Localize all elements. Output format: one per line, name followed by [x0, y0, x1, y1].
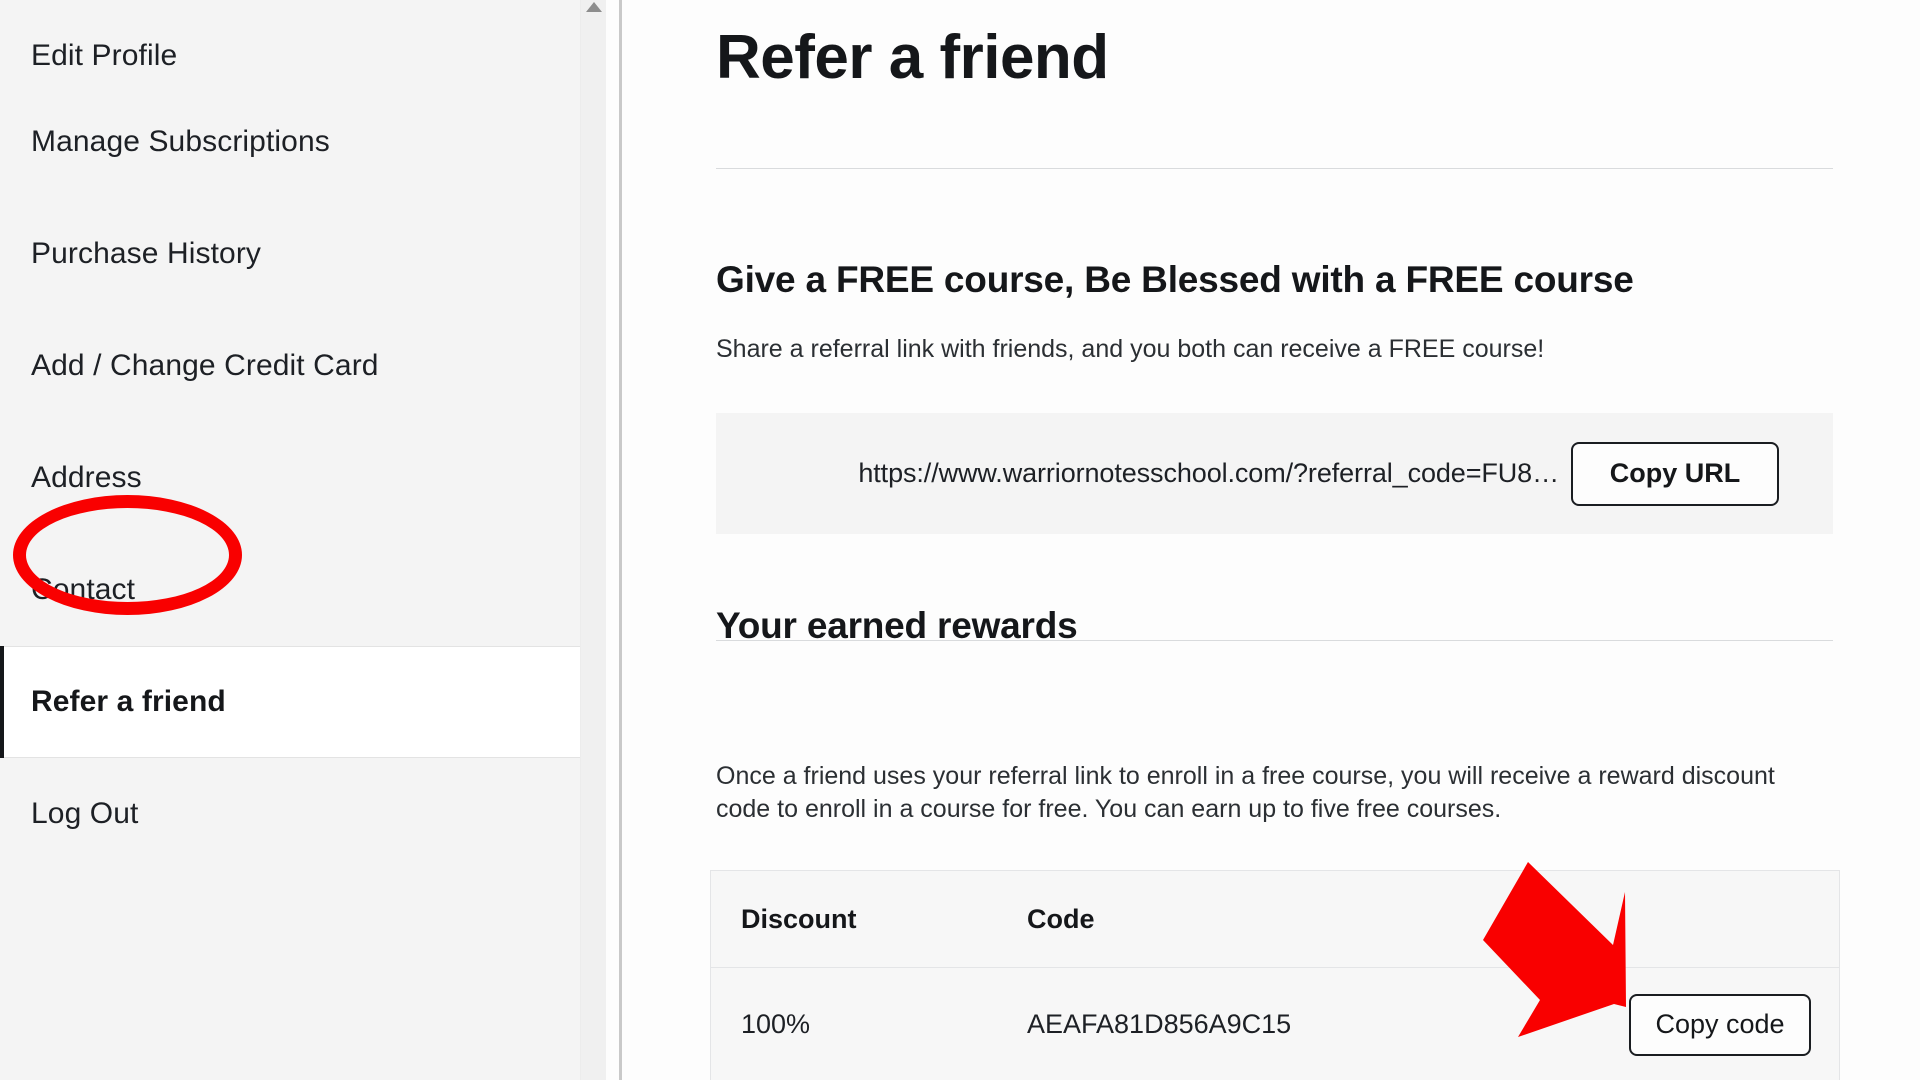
sidebar-item-label: Contact [31, 572, 136, 606]
column-header-code: Code [1027, 903, 1095, 934]
referral-link-bar: https://www.warriornotesschool.com/?refe… [716, 413, 1833, 534]
sidebar-item-label: Log Out [31, 796, 139, 830]
sidebar-scrollbar[interactable] [580, 0, 606, 1080]
sidebar-item-manage-subscriptions[interactable]: Manage Subscriptions [0, 86, 596, 198]
sidebar-item-label: Manage Subscriptions [31, 124, 330, 158]
main-content: Refer a friend Give a FREE course, Be Bl… [622, 0, 1920, 1080]
rewards-section-description: Once a friend uses your referral link to… [716, 762, 1775, 823]
sidebar-item-label: Address [31, 460, 142, 494]
give-section-description: Share a referral link with friends, and … [716, 335, 1545, 363]
rewards-table: Discount Code 100% AEAFA81D856A9C15 Copy… [710, 870, 1840, 1080]
sidebar-item-edit-profile[interactable]: Edit Profile [0, 0, 596, 86]
rewards-section-heading: Your earned rewards [716, 605, 1078, 646]
sidebar-item-log-out[interactable]: Log Out [0, 758, 596, 870]
page-title: Refer a friend [716, 23, 1109, 92]
sidebar-item-label: Edit Profile [31, 39, 178, 72]
sidebar-item-label: Refer a friend [31, 685, 226, 718]
sidebar-item-refer-a-friend[interactable]: Refer a friend [0, 646, 596, 758]
referral-url-text[interactable]: https://www.warriornotesschool.com/?refe… [858, 458, 1559, 489]
account-sidebar: Edit Profile Manage Subscriptions Purcha… [0, 0, 606, 1080]
sidebar-item-add-change-credit-card[interactable]: Add / Change Credit Card [0, 310, 596, 422]
give-section-heading: Give a FREE course, Be Blessed with a FR… [716, 259, 1634, 300]
triangle-up-icon[interactable] [586, 2, 602, 12]
cell-code: AEAFA81D856A9C15 [1027, 1009, 1292, 1039]
sidebar-item-purchase-history[interactable]: Purchase History [0, 198, 596, 310]
sidebar-item-label: Purchase History [31, 236, 262, 270]
copy-url-button[interactable]: Copy URL [1571, 441, 1779, 506]
cell-action: Copy code [1497, 993, 1839, 1056]
sidebar-item-address[interactable]: Address [0, 422, 596, 534]
divider-under-title [716, 168, 1833, 169]
copy-code-button[interactable]: Copy code [1629, 993, 1811, 1056]
cell-discount: 100% [741, 1009, 811, 1039]
column-header-discount: Discount [741, 903, 857, 934]
referral-page: Edit Profile Manage Subscriptions Purcha… [0, 0, 1920, 1080]
sidebar-item-contact[interactable]: Contact [0, 534, 596, 646]
sidebar-item-label: Add / Change Credit Card [31, 348, 379, 382]
sidebar-nav-list: Edit Profile Manage Subscriptions Purcha… [0, 0, 596, 870]
table-header-row: Discount Code [711, 871, 1839, 968]
table-row: 100% AEAFA81D856A9C15 Copy code [711, 968, 1839, 1080]
